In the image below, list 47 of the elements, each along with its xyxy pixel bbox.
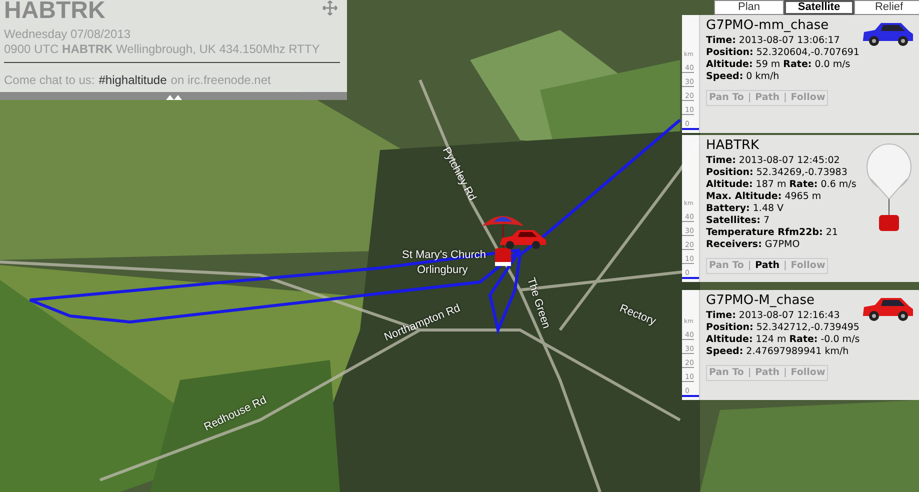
panel-action-link[interactable]: Path [755, 366, 780, 380]
telemetry-line: Time: 2013-08-07 13:06:17 [706, 35, 841, 47]
panel-action-link[interactable]: Pan To [709, 259, 744, 273]
move-icon[interactable] [322, 0, 338, 16]
telemetry-line: Altitude: 124 m Rate: -0.0 m/s [706, 334, 861, 346]
telemetry-line: Receivers: G7PMO [706, 239, 801, 251]
telemetry-line: Speed: 2.47697989941 km/h [706, 346, 850, 358]
telemetry-line: Satellites: 7 [706, 215, 771, 227]
telemetry-line: Temperature Rfm22b: 21 [706, 227, 839, 239]
map-label: The Green [524, 276, 554, 331]
collapse-icon[interactable] [166, 94, 182, 100]
telemetry-line: Speed: 0 km/h [706, 71, 780, 83]
telemetry-line: Altitude: 59 m Rate: 0.0 m/s [706, 59, 852, 71]
chat-text: Come chat to us: [4, 72, 95, 89]
vehicle-name: G7PMO-mm_chase [706, 17, 830, 35]
separator: | [746, 366, 752, 380]
separator: | [746, 91, 752, 105]
telemetry-line: Time: 2013-08-07 12:16:43 [706, 310, 841, 322]
telemetry-line: Time: 2013-08-07 12:45:02 [706, 155, 841, 167]
panel-action-link[interactable]: Follow [790, 91, 826, 105]
chat-server-text: on irc.freenode.net [170, 72, 271, 89]
telemetry-line: Position: 52.342712,-0.739495 [706, 322, 860, 334]
panel-action-link[interactable]: Pan To [709, 91, 744, 105]
panel-action-link[interactable]: Follow [790, 259, 826, 273]
map-label: Orlingbury [417, 263, 468, 278]
panel-action-link[interactable]: Path [755, 91, 780, 105]
panel-action-link[interactable]: Pan To [709, 366, 744, 380]
chat-link[interactable]: #highaltitude [98, 71, 167, 89]
separator: | [782, 91, 788, 105]
vehicle-name: HABTRK [706, 137, 760, 155]
telemetry-line: Altitude: 187 m Rate: 0.6 m/s [706, 179, 858, 191]
map-type-tab[interactable]: Satellite [784, 0, 854, 15]
separator: | [782, 366, 788, 380]
telemetry-line: Battery: 1.48 V [706, 203, 785, 215]
launch-details: 0900 UTC HABTRK Wellingbrough, UK 434.150Mhz RTTY [4, 41, 320, 58]
map-type-tab[interactable]: Plan [714, 0, 784, 15]
launch-date: Wednesday 07/08/2013 [4, 26, 131, 43]
map-type-tab[interactable]: Relief [854, 0, 919, 15]
panel-action-link[interactable]: Path [755, 259, 780, 273]
telemetry-line: Position: 52.320604,-0.707691 [706, 47, 860, 59]
telemetry-line: Position: 52.34269,-0.73983 [706, 167, 848, 179]
panel-action-link[interactable]: Follow [790, 366, 826, 380]
telemetry-line: Max. Altitude: 4965 m [706, 191, 822, 203]
separator: | [782, 259, 788, 273]
vehicle-name: G7PMO-M_chase [706, 292, 816, 310]
site-title: HABTRK [4, 0, 106, 25]
separator: | [746, 259, 752, 273]
